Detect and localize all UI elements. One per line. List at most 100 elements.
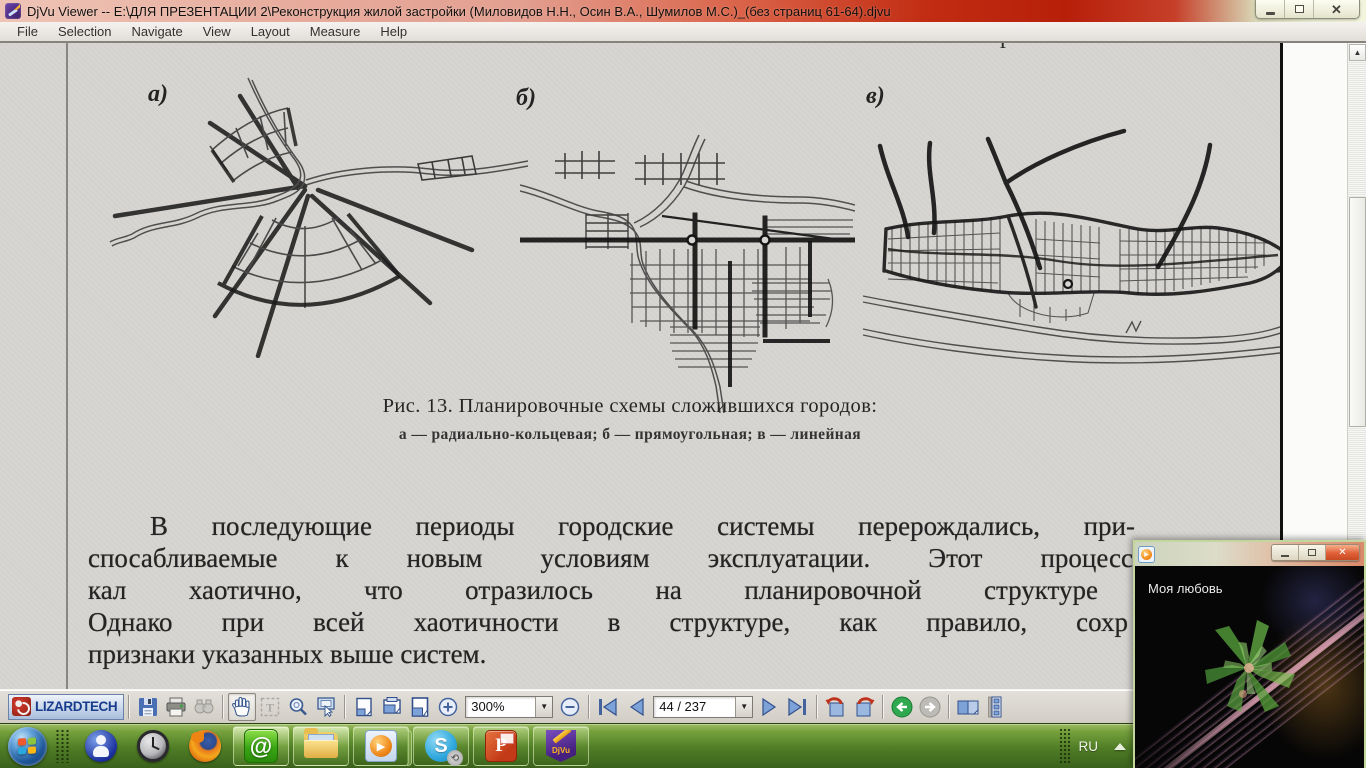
- next-page-icon: [762, 697, 777, 716]
- djvu-app-icon: [5, 3, 21, 19]
- find-button[interactable]: [190, 693, 218, 721]
- tray-grip: [1058, 728, 1071, 764]
- menu-view[interactable]: View: [194, 22, 240, 41]
- page-combobox[interactable]: 44 / 237 ▼: [653, 695, 754, 718]
- zoom-area-tool-button[interactable]: [312, 693, 340, 721]
- thumbnails-panel-icon: [988, 696, 1002, 717]
- next-page-button[interactable]: [756, 693, 784, 721]
- save-button[interactable]: [134, 693, 162, 721]
- zoom-out-button[interactable]: [556, 693, 584, 721]
- rotate-left-button[interactable]: [822, 693, 850, 721]
- prev-page-icon: [630, 697, 644, 716]
- fit-width-button[interactable]: [378, 693, 406, 721]
- player-title-bar[interactable]: ▶ ✕: [1135, 542, 1364, 566]
- dropdown-arrow-icon[interactable]: ▼: [535, 696, 553, 717]
- djvu-icon: DjVu: [546, 730, 576, 762]
- player-close-button[interactable]: ✕: [1326, 545, 1359, 560]
- taskbar-button-powerpoint[interactable]: P: [473, 726, 529, 766]
- zoom-combobox[interactable]: 300% ▼: [465, 695, 554, 718]
- close-button[interactable]: ✕: [1314, 0, 1359, 18]
- taskbar-button-djvu[interactable]: DjVu: [533, 726, 589, 766]
- back-icon: [891, 696, 913, 717]
- taskbar-button-skype[interactable]: S ⟲: [413, 726, 469, 766]
- skype-status-badge: ⟲: [447, 750, 463, 766]
- restore-icon: [1308, 549, 1316, 556]
- taskbar-button-explorer[interactable]: [293, 726, 349, 766]
- start-orb-icon: [18, 736, 36, 755]
- fit-visible-button[interactable]: [406, 693, 434, 721]
- menu-bar: File Selection Navigate View Layout Meas…: [0, 22, 1366, 43]
- menu-measure[interactable]: Measure: [301, 22, 370, 41]
- visualization-fern: [1205, 620, 1295, 712]
- zoom-tool-icon: [289, 697, 308, 715]
- last-page-button[interactable]: [784, 693, 812, 721]
- fit-visible-icon: [411, 696, 429, 717]
- cut-off-text-line: рис. 13.: [880, 43, 1200, 52]
- player-restore-button[interactable]: [1299, 545, 1326, 560]
- text-select-icon: T: [261, 697, 280, 716]
- taskbar-item-user-app[interactable]: [81, 726, 121, 766]
- media-player-icon: ▶: [365, 730, 397, 762]
- print-button[interactable]: [162, 693, 190, 721]
- fit-width-icon: [383, 696, 401, 714]
- menu-layout[interactable]: Layout: [242, 22, 299, 41]
- track-title: Моя любовь: [1148, 581, 1223, 596]
- forward-icon: [919, 696, 941, 717]
- paragraph-line: спосабливаемые к новым условиям эксплуат…: [88, 543, 1133, 573]
- taskbar-button-mailru-agent[interactable]: @: [233, 726, 289, 766]
- first-page-icon: [599, 697, 617, 716]
- page-value: 44 / 237: [659, 699, 707, 714]
- scroll-up-button[interactable]: ▲: [1349, 44, 1366, 61]
- desktop: DjVu Viewer -- E:\ДЛЯ ПРЕЗЕНТАЦИИ 2\Реко…: [0, 0, 1366, 768]
- zoom-in-button[interactable]: [434, 693, 462, 721]
- taskbar-button-media-player[interactable]: ▶: [353, 726, 412, 766]
- lizardtech-icon: [12, 697, 31, 716]
- figure-caption: Рис. 13. Планировочные схемы сложившихся…: [382, 395, 878, 417]
- window-title: DjVu Viewer -- E:\ДЛЯ ПРЕЗЕНТАЦИИ 2\Реко…: [27, 3, 891, 19]
- lizardtech-logo[interactable]: LIZARDTECH: [8, 693, 125, 720]
- pan-tool-button[interactable]: [228, 692, 257, 721]
- menu-navigate[interactable]: Navigate: [122, 22, 191, 41]
- two-page-view-button[interactable]: [954, 693, 982, 721]
- minimize-button[interactable]: [1256, 0, 1285, 18]
- media-player-window[interactable]: ▶ ✕ Моя любовь: [1133, 540, 1366, 768]
- scrollbar-thumb[interactable]: [1349, 197, 1366, 427]
- fit-page-button[interactable]: [350, 693, 378, 721]
- paragraph-line: В последующие периоды городские системы …: [150, 511, 1135, 541]
- menu-file[interactable]: File: [8, 22, 47, 41]
- player-visualization: Моя любовь: [1135, 566, 1364, 768]
- close-icon: ✕: [1331, 1, 1342, 17]
- caption-buttons: ✕: [1255, 0, 1360, 19]
- restore-button[interactable]: [1285, 0, 1314, 18]
- minimize-icon: [1281, 554, 1289, 558]
- up-arrow-icon: ▲: [1353, 48, 1362, 57]
- taskbar-item-firefox[interactable]: [185, 726, 225, 766]
- find-icon: [194, 699, 214, 713]
- diagram-radial-ring: [109, 77, 529, 358]
- zoom-area-icon: [317, 696, 335, 717]
- prev-page-button[interactable]: [622, 693, 650, 721]
- hidden-icons-arrow[interactable]: [1114, 742, 1126, 750]
- text-select-tool-button[interactable]: T: [256, 693, 284, 721]
- first-page-button[interactable]: [594, 693, 622, 721]
- two-page-view-icon: [957, 700, 979, 714]
- powerpoint-icon: P: [485, 730, 517, 762]
- thumbnails-panel-button[interactable]: [982, 693, 1010, 721]
- start-button[interactable]: [8, 726, 47, 766]
- menu-selection[interactable]: Selection: [49, 22, 120, 41]
- taskbar-grip: [55, 729, 69, 763]
- zoom-tool-button[interactable]: [284, 693, 312, 721]
- zoom-in-icon: [439, 697, 458, 716]
- print-icon: [166, 697, 186, 716]
- player-minimize-button[interactable]: [1272, 545, 1299, 560]
- rotate-right-icon: [856, 696, 875, 716]
- menu-help[interactable]: Help: [371, 22, 416, 41]
- back-button[interactable]: [888, 693, 916, 721]
- close-icon: ✕: [1338, 547, 1347, 558]
- language-indicator[interactable]: RU: [1079, 739, 1099, 754]
- dropdown-arrow-icon[interactable]: ▼: [735, 696, 753, 717]
- rotate-right-button[interactable]: [850, 693, 878, 721]
- forward-button[interactable]: [916, 693, 944, 721]
- taskbar-item-clock-app[interactable]: [133, 726, 173, 766]
- wmp-app-icon: ▶: [1138, 545, 1155, 563]
